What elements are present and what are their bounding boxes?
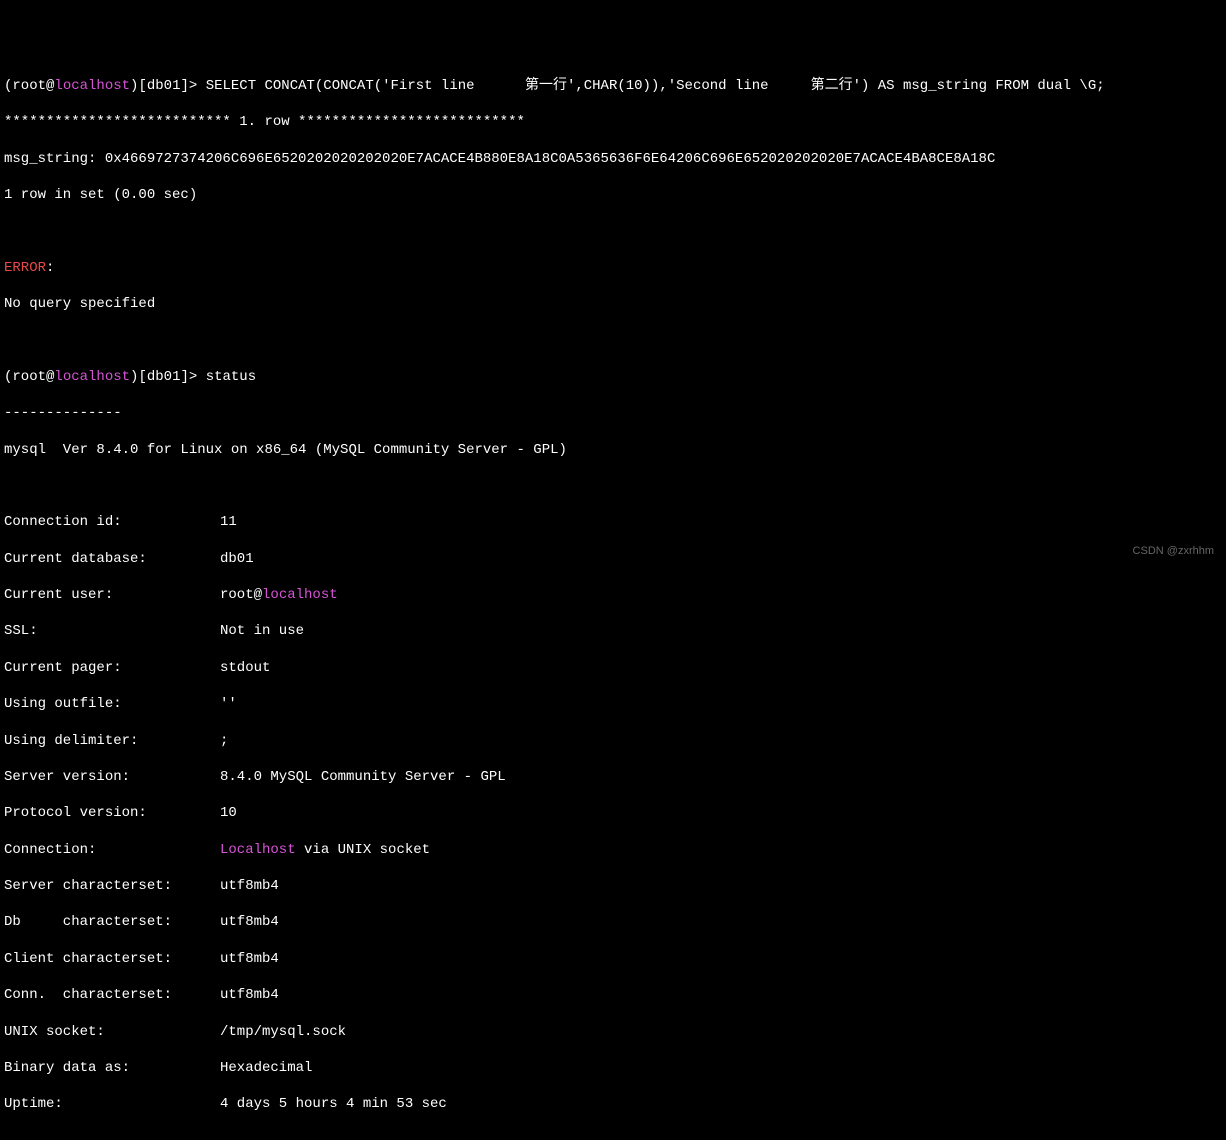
divider-dashes: -------------- [4, 404, 1222, 422]
error-line: ERROR: [4, 259, 1222, 277]
status-value-suffix: via UNIX socket [296, 842, 430, 858]
row-header: *************************** 1. row *****… [4, 113, 1222, 131]
status-label: Current user: [4, 586, 220, 604]
status-value: stdout [220, 660, 270, 676]
close-user: )[ [130, 369, 147, 385]
status-label: Protocol version: [4, 804, 220, 822]
status-value: 11 [220, 514, 237, 530]
status-current-user: Current user:root@localhost [4, 586, 1222, 604]
status-label: Connection id: [4, 513, 220, 531]
prompt-line-1[interactable]: (root@localhost)[db01]> SELECT CONCAT(CO… [4, 77, 1222, 95]
msg-string-output: msg_string: 0x4669727374206C696E65202020… [4, 150, 1222, 168]
status-value-host: Localhost [220, 842, 296, 858]
status-label: UNIX socket: [4, 1023, 220, 1041]
status-label: Current database: [4, 550, 220, 568]
status-server-version: Server version:8.4.0 MySQL Community Ser… [4, 768, 1222, 786]
command-text: status [206, 369, 256, 385]
status-value: utf8mb4 [220, 987, 279, 1003]
status-current-pager: Current pager:stdout [4, 659, 1222, 677]
status-value: ; [220, 733, 228, 749]
status-value: Not in use [220, 623, 304, 639]
status-value: /tmp/mysql.sock [220, 1024, 346, 1040]
status-ssl: SSL:Not in use [4, 622, 1222, 640]
status-using-delimiter: Using delimiter:; [4, 732, 1222, 750]
status-uptime: Uptime:4 days 5 hours 4 min 53 sec [4, 1095, 1222, 1113]
status-label: Server version: [4, 768, 220, 786]
close-user: )[ [130, 78, 147, 94]
status-value: utf8mb4 [220, 914, 279, 930]
status-value-prefix: root@ [220, 587, 262, 603]
status-connection-id: Connection id:11 [4, 513, 1222, 531]
blank-line [4, 1132, 1222, 1140]
status-value: utf8mb4 [220, 878, 279, 894]
close-db: ]> [180, 78, 205, 94]
status-value-host: localhost [262, 587, 338, 603]
status-value: '' [220, 696, 237, 712]
prompt-host: localhost [54, 369, 130, 385]
error-message: No query specified [4, 295, 1222, 313]
status-label: Server characterset: [4, 877, 220, 895]
status-label: Using delimiter: [4, 732, 220, 750]
status-value: 10 [220, 805, 237, 821]
status-db-charset: Db characterset:utf8mb4 [4, 913, 1222, 931]
command-text: SELECT CONCAT(CONCAT('First line 第一行',CH… [206, 78, 1105, 94]
status-label: Current pager: [4, 659, 220, 677]
close-db: ]> [180, 369, 205, 385]
status-binary-data: Binary data as:Hexadecimal [4, 1059, 1222, 1077]
user: root [12, 369, 46, 385]
status-connection: Connection:Localhost via UNIX socket [4, 841, 1222, 859]
prompt-line-2[interactable]: (root@localhost)[db01]> status [4, 368, 1222, 386]
status-label: Using outfile: [4, 695, 220, 713]
status-value: 4 days 5 hours 4 min 53 sec [220, 1096, 447, 1112]
user: root [12, 78, 46, 94]
error-colon: : [46, 260, 54, 276]
status-value: Hexadecimal [220, 1060, 312, 1076]
status-label: Conn. characterset: [4, 986, 220, 1004]
blank-line [4, 222, 1222, 240]
status-label: SSL: [4, 622, 220, 640]
status-label: Binary data as: [4, 1059, 220, 1077]
status-label: Connection: [4, 841, 220, 859]
status-server-charset: Server characterset:utf8mb4 [4, 877, 1222, 895]
status-value: 8.4.0 MySQL Community Server - GPL [220, 769, 506, 785]
prompt-db: db01 [147, 369, 181, 385]
version-line: mysql Ver 8.4.0 for Linux on x86_64 (MyS… [4, 441, 1222, 459]
watermark: CSDN @zxrhhm [1133, 544, 1214, 558]
status-protocol-version: Protocol version:10 [4, 804, 1222, 822]
status-conn-charset: Conn. characterset:utf8mb4 [4, 986, 1222, 1004]
prompt-db: db01 [147, 78, 181, 94]
error-label: ERROR [4, 260, 46, 276]
blank-line [4, 477, 1222, 495]
blank-line [4, 331, 1222, 349]
prompt-host: localhost [54, 78, 130, 94]
status-value: utf8mb4 [220, 951, 279, 967]
status-unix-socket: UNIX socket:/tmp/mysql.sock [4, 1023, 1222, 1041]
status-label: Db characterset: [4, 913, 220, 931]
rows-in-set: 1 row in set (0.00 sec) [4, 186, 1222, 204]
status-current-database: Current database:db01 [4, 550, 1222, 568]
status-client-charset: Client characterset:utf8mb4 [4, 950, 1222, 968]
status-using-outfile: Using outfile:'' [4, 695, 1222, 713]
status-label: Uptime: [4, 1095, 220, 1113]
status-label: Client characterset: [4, 950, 220, 968]
status-value: db01 [220, 551, 254, 567]
